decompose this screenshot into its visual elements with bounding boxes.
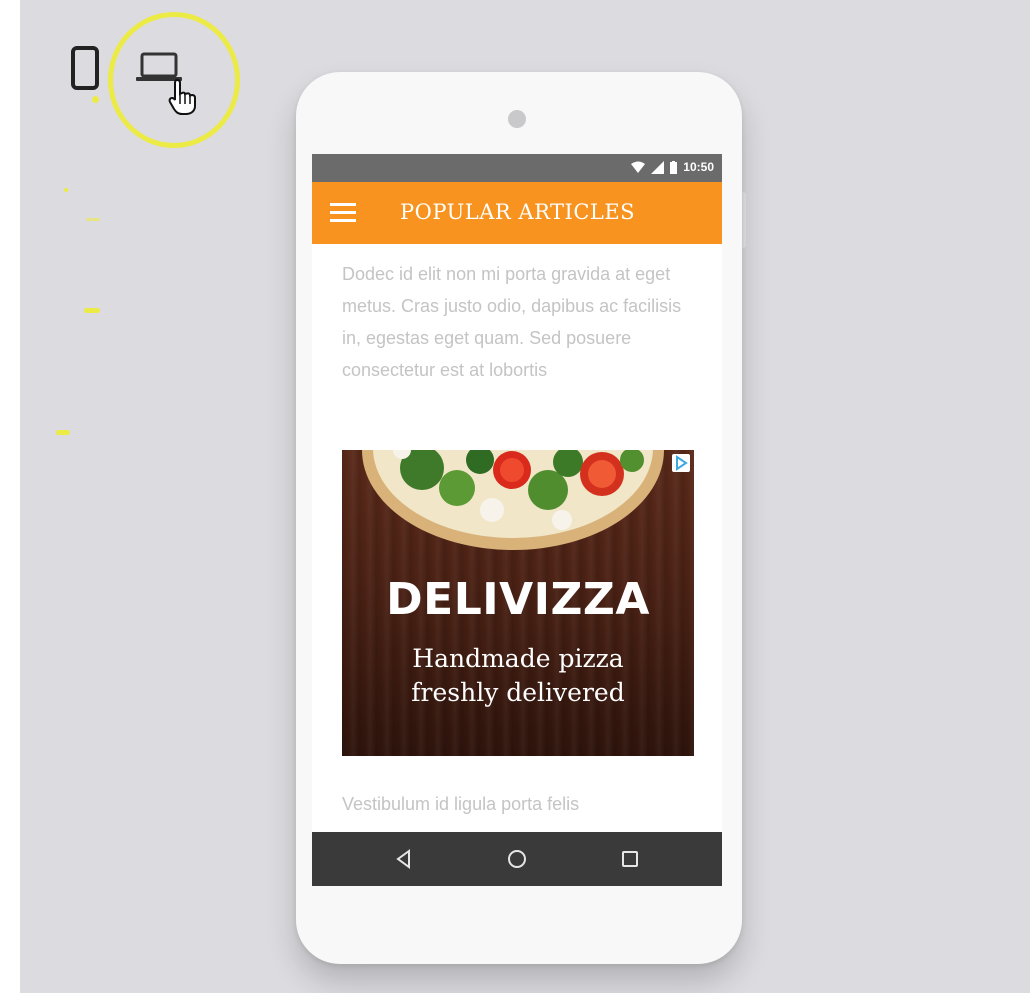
status-bar: 10:50 xyxy=(312,154,722,182)
hand-cursor-icon xyxy=(168,78,198,116)
wifi-icon xyxy=(631,161,646,173)
back-triangle-icon[interactable] xyxy=(392,847,416,871)
ad-brand: DELIVIZZA xyxy=(386,574,650,625)
article-paragraph: Vestibulum id ligula porta felis xyxy=(342,794,580,814)
demo-stage: 10:50 POPULAR ARTICLES Dodec id elit non… xyxy=(20,0,1030,993)
ad-banner[interactable]: DELIVIZZA Handmade pizza freshly deliver… xyxy=(342,450,694,756)
front-camera xyxy=(508,110,526,128)
spark-mark xyxy=(64,188,68,192)
phone-icon[interactable] xyxy=(70,46,100,90)
recents-square-icon[interactable] xyxy=(618,847,642,871)
spark-mark xyxy=(84,308,100,313)
phone-side-button xyxy=(742,192,746,248)
ad-tagline-line: freshly delivered xyxy=(411,678,625,707)
page-title: POPULAR ARTICLES xyxy=(400,200,636,224)
hamburger-menu-icon[interactable] xyxy=(330,203,356,223)
phone-device: 10:50 POPULAR ARTICLES Dodec id elit non… xyxy=(296,72,742,964)
home-circle-icon[interactable] xyxy=(505,847,529,871)
article-paragraph: Dodec id elit non mi porta gravida at eg… xyxy=(342,264,682,380)
spark-mark xyxy=(56,430,70,435)
spark-mark xyxy=(92,96,99,103)
app-bar: POPULAR ARTICLES xyxy=(312,182,722,244)
signal-icon xyxy=(651,160,665,174)
spark-mark xyxy=(86,218,100,221)
ad-tagline-line: Handmade pizza xyxy=(412,644,624,673)
pizza-image xyxy=(362,450,664,550)
phone-screen: 10:50 POPULAR ARTICLES Dodec id elit non… xyxy=(312,154,722,886)
ad-tagline: Handmade pizza freshly delivered xyxy=(342,642,694,710)
battery-icon xyxy=(670,160,678,174)
ad-choices-icon[interactable] xyxy=(672,454,690,472)
navigation-bar xyxy=(312,832,722,886)
status-time: 10:50 xyxy=(683,160,714,174)
